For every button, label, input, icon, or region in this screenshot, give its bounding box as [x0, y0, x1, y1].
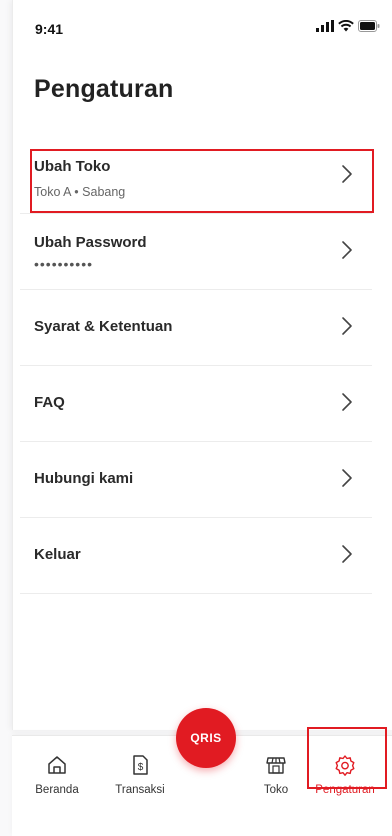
menu-item-label: Hubungi kami	[34, 470, 134, 487]
menu-item-ubah-toko[interactable]: Ubah Toko Toko A • Sabang	[20, 138, 372, 214]
page-title: Pengaturan	[34, 75, 174, 103]
chevron-right-icon	[342, 469, 352, 487]
svg-text:$: $	[138, 762, 144, 773]
nav-item-transaksi[interactable]: $ Transaksi	[105, 754, 175, 796]
nav-item-beranda[interactable]: Beranda	[22, 754, 92, 796]
menu-item-hubungi-kami[interactable]: Hubungi kami	[20, 442, 372, 518]
chevron-right-icon	[342, 165, 352, 183]
menu-item-faq[interactable]: FAQ	[20, 366, 372, 442]
password-mask: ••••••••••	[34, 256, 94, 272]
menu-item-ubah-password[interactable]: Ubah Password ••••••••••	[20, 214, 372, 290]
nav-label: Pengaturan	[315, 784, 375, 796]
status-bar: 9:41	[0, 0, 392, 60]
chevron-right-icon	[342, 393, 352, 411]
phone-screen: 9:41 Pengaturan Ubah Toko Toko A • Saban…	[0, 0, 392, 836]
menu-item-subtitle: Toko A • Sabang	[34, 185, 126, 199]
signal-icon	[316, 20, 334, 32]
menu-item-label: Keluar	[34, 546, 81, 563]
menu-item-label: Ubah Toko	[34, 158, 111, 175]
battery-icon	[358, 20, 380, 32]
status-icons	[316, 20, 380, 32]
chevron-right-icon	[342, 317, 352, 335]
nav-label: Beranda	[35, 784, 79, 796]
receipt-icon: $	[133, 755, 148, 775]
store-icon	[266, 757, 286, 774]
gear-icon	[335, 755, 355, 776]
chevron-right-icon	[342, 241, 352, 259]
menu-item-keluar[interactable]: Keluar	[20, 518, 372, 594]
home-icon	[48, 756, 66, 774]
nav-label: Transaksi	[115, 784, 165, 796]
nav-item-toko[interactable]: Toko	[241, 754, 311, 796]
nav-label: Toko	[263, 784, 289, 796]
menu-item-label: Ubah Password	[34, 234, 147, 251]
settings-menu: Ubah Toko Toko A • Sabang Ubah Password …	[20, 138, 372, 594]
qris-button[interactable]: QRIS	[176, 708, 236, 768]
wifi-icon	[338, 20, 354, 32]
qris-label: QRIS	[190, 731, 222, 745]
chevron-right-icon	[342, 545, 352, 563]
menu-item-label: FAQ	[34, 394, 65, 411]
menu-item-label: Syarat & Ketentuan	[34, 318, 173, 335]
nav-item-pengaturan[interactable]: Pengaturan	[310, 754, 380, 796]
menu-item-syarat-ketentuan[interactable]: Syarat & Ketentuan	[20, 290, 372, 366]
status-time: 9:41	[35, 21, 64, 37]
